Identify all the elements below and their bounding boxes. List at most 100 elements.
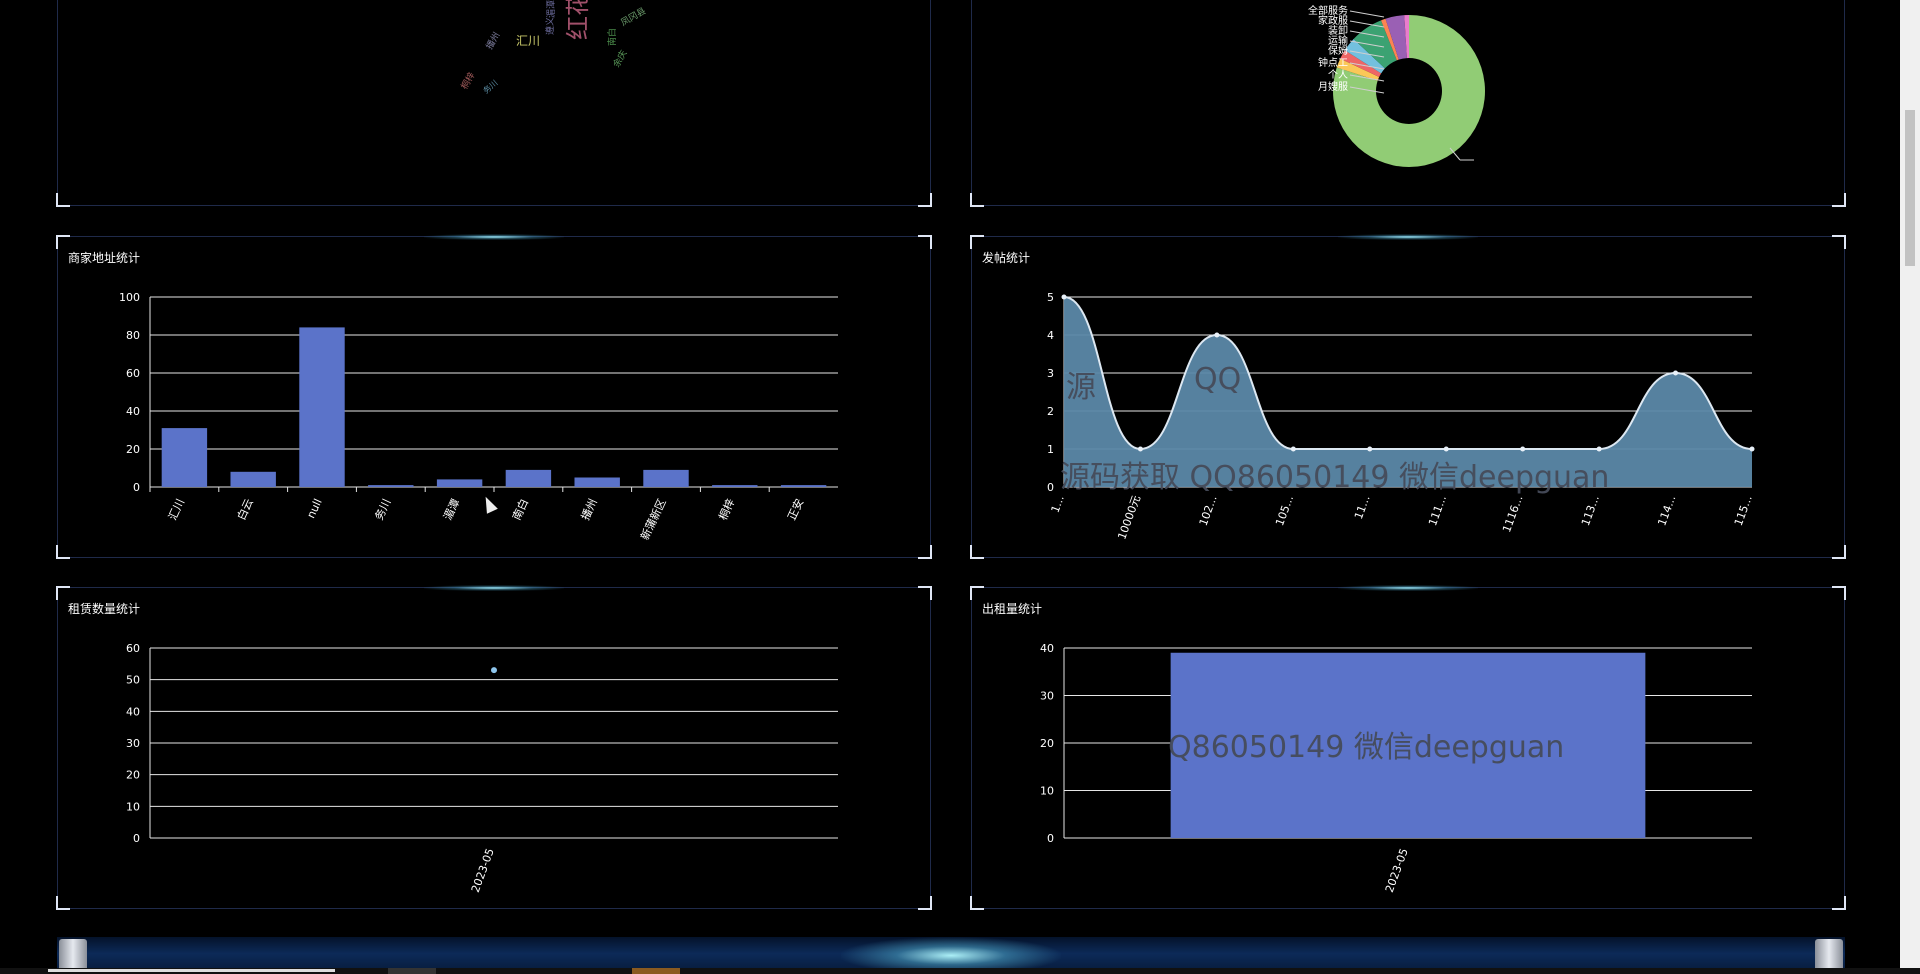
word-cloud-word: 遵义 xyxy=(544,17,556,35)
x-tick-label: 113... xyxy=(1579,494,1602,528)
y-tick-label: 10 xyxy=(126,800,140,813)
service-type-pie-chart: 全部服务家政服装卸运输保姆钟点工个人月嫂服 xyxy=(1308,4,1485,167)
x-tick-label: 1... xyxy=(1049,494,1067,515)
x-tick-label: 白云 xyxy=(234,496,256,522)
x-tick-label: 10000元 xyxy=(1115,494,1143,542)
x-tick-label: 102... xyxy=(1197,494,1220,528)
y-tick-label: 3 xyxy=(1047,367,1054,380)
x-tick-label: 务川 xyxy=(372,497,393,522)
x-tick-label: 桐梓 xyxy=(716,496,738,522)
y-tick-label: 40 xyxy=(1040,642,1054,655)
data-point xyxy=(1290,446,1296,452)
taskbar-strip xyxy=(0,968,1920,974)
y-tick-label: 2 xyxy=(1047,405,1054,418)
rental-count-chart: 0 10 20 30 40 50 60 2023-05 xyxy=(126,642,838,895)
x-tick-label: 111... xyxy=(1426,494,1449,528)
x-tick-label: 播州 xyxy=(578,496,600,522)
word-cloud-word: 务川 xyxy=(481,78,500,96)
word-cloud-panel: 红花岗汇川 播州 凤冈县 遵义南白桐梓 务川 湄潭余庆 xyxy=(56,0,932,207)
y-tick-label: 4 xyxy=(1047,329,1054,342)
y-tick-label: 0 xyxy=(133,481,140,494)
bar xyxy=(780,485,827,487)
bar xyxy=(230,471,276,487)
word-cloud-word: 汇川 xyxy=(516,34,540,48)
y-tick-label: 40 xyxy=(126,405,140,418)
pie-label: 月嫂服 xyxy=(1318,81,1348,93)
merchant-address-bar-chart: 0 20 40 60 80 100 汇川 白云 null 务川 湄潭 南白 播州 新蒲新区 桐梓 正安 xyxy=(119,291,838,542)
bar xyxy=(1170,652,1646,838)
word-cloud-word: 桐梓 xyxy=(458,70,477,92)
pie-label: 个人 xyxy=(1328,69,1348,81)
data-point xyxy=(1596,446,1602,452)
data-point xyxy=(1367,446,1373,452)
rental-count-panel: 租赁数量统计 0 10 20 30 40 50 60 2023-05 xyxy=(56,585,932,910)
data-point xyxy=(1214,332,1220,338)
x-tick-label: 11... xyxy=(1352,494,1373,521)
bar xyxy=(436,479,483,487)
x-tick-label: 正安 xyxy=(784,496,806,522)
word-cloud-word: 余庆 xyxy=(610,48,629,70)
service-type-pie-panel: 全部服务 家政服 装卸 运输 保姆 钟点工 个人 月嫂服 xyxy=(970,0,1846,207)
data-point xyxy=(1061,294,1067,300)
y-tick-label: 5 xyxy=(1047,291,1054,304)
data-point xyxy=(1749,446,1755,452)
y-tick-label: 10 xyxy=(1040,785,1054,798)
pie-label: 保姆 xyxy=(1328,44,1348,57)
bar xyxy=(574,477,620,487)
x-tick-label: null xyxy=(304,497,324,521)
y-tick-label: 0 xyxy=(1047,481,1054,494)
word-cloud-word: 红花岗 xyxy=(564,0,592,40)
x-tick-label: 2023-05 xyxy=(1383,847,1411,895)
x-tick-label: 105... xyxy=(1273,494,1296,528)
scrollbar-thumb[interactable] xyxy=(1905,110,1915,266)
word-cloud-chart: 红花岗汇川播州 凤冈县 遵义南白桐梓 务川 湄潭余庆 xyxy=(458,0,648,96)
word-cloud-word: 凤冈县 xyxy=(619,6,648,29)
rented-out-bar-chart: 0 10 20 30 40 2023-05 xyxy=(1040,642,1752,895)
data-point xyxy=(491,667,497,674)
y-tick-label: 40 xyxy=(126,705,140,718)
bar xyxy=(299,327,345,487)
data-point xyxy=(1673,370,1679,376)
rented-out-panel: 出租量统计 0 10 20 30 40 2023-05 xyxy=(970,585,1846,910)
taskbar-item[interactable] xyxy=(632,968,680,974)
x-tick-label: 汇川 xyxy=(166,497,187,522)
data-point xyxy=(1520,446,1526,452)
y-tick-label: 30 xyxy=(126,737,140,750)
pie-label-line xyxy=(1349,10,1385,18)
data-point xyxy=(1443,446,1449,452)
x-tick-label: 114... xyxy=(1655,494,1678,528)
bar xyxy=(643,469,689,487)
x-tick-label: 115... xyxy=(1732,494,1755,528)
bar xyxy=(161,428,208,487)
bar xyxy=(712,485,758,487)
x-tick-label: 1116... xyxy=(1500,494,1525,535)
y-tick-label: 100 xyxy=(119,291,140,304)
bar xyxy=(368,485,414,487)
y-tick-label: 30 xyxy=(1040,690,1054,703)
y-tick-label: 60 xyxy=(126,642,140,655)
word-cloud-word: 南白 xyxy=(606,28,618,46)
word-cloud-word: 湄潭 xyxy=(546,0,557,18)
page-scrollbar[interactable] xyxy=(1900,0,1920,968)
y-tick-label: 0 xyxy=(133,832,140,845)
x-tick-label: 湄潭 xyxy=(441,497,462,522)
word-cloud-word: 播州 xyxy=(483,30,502,52)
post-stats-panel: 发帖统计 0 1 2 3 4 5 1... 10000元 102... 105... 11... 11… xyxy=(970,234,1846,559)
x-tick-label: 2023-05 xyxy=(469,847,497,895)
taskbar-item[interactable] xyxy=(388,968,436,974)
y-tick-label: 60 xyxy=(126,367,140,380)
y-tick-label: 50 xyxy=(126,674,140,687)
y-tick-label: 80 xyxy=(126,329,140,342)
pie-label: 钟点工 xyxy=(1318,56,1348,69)
y-tick-label: 0 xyxy=(1047,832,1054,845)
y-tick-label: 20 xyxy=(126,769,140,782)
y-tick-label: 20 xyxy=(126,443,140,456)
y-tick-label: 20 xyxy=(1040,737,1054,750)
x-tick-label: 南白 xyxy=(509,496,531,522)
data-point xyxy=(1137,446,1143,452)
x-tick-label: 新蒲新区 xyxy=(637,496,668,542)
y-tick-label: 1 xyxy=(1047,443,1054,456)
post-stats-area-chart: 0 1 2 3 4 5 1... 10000元 102... 105... 11... 111... 1… xyxy=(1047,291,1755,542)
taskbar-item[interactable] xyxy=(48,969,335,972)
bar xyxy=(505,469,552,487)
